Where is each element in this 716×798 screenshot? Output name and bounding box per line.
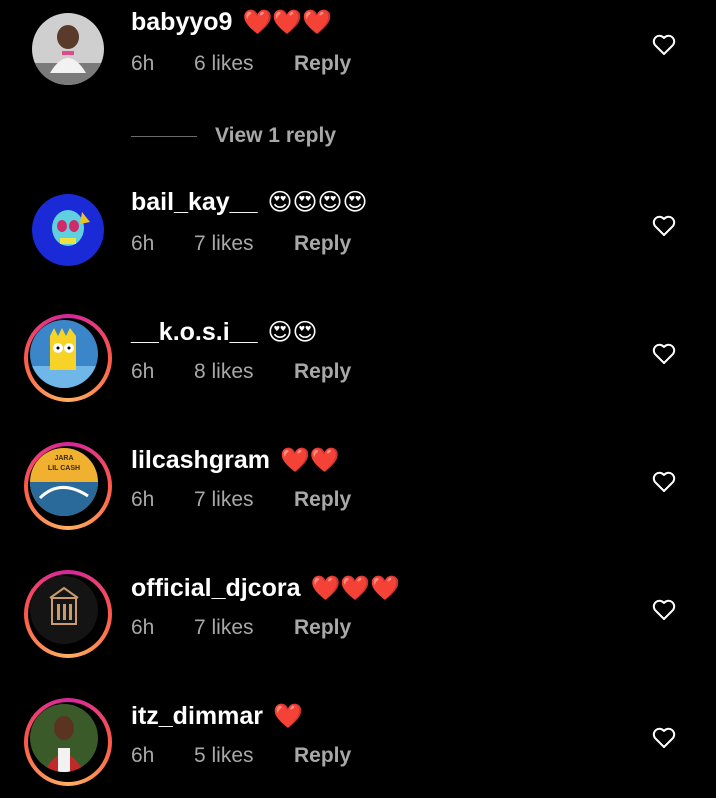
like-heart-icon[interactable] — [652, 727, 676, 749]
avatar-logo-bottom: LIL CASH — [48, 465, 80, 472]
comment-text: ❤️❤️❤️ — [242, 8, 333, 36]
avatar-lilcashgram[interactable]: JARA LIL CASH — [24, 442, 112, 530]
comment-username-line: itz_dimmar ❤️ — [131, 702, 303, 731]
divider — [131, 135, 197, 137]
comment-time: 6h — [131, 744, 155, 767]
username[interactable]: babyyo9 — [131, 8, 232, 37]
comment-time: 6h — [131, 232, 155, 255]
comment-meta: 6h 6 likes Reply — [131, 52, 351, 76]
comment-likes[interactable]: 5 likes — [194, 744, 294, 768]
comment-likes[interactable]: 7 likes — [194, 488, 294, 512]
avatar-official-djcora[interactable] — [24, 570, 112, 658]
comment-text: 😍😍😍😍 — [267, 188, 368, 216]
comment-time: 6h — [131, 52, 155, 75]
comment-username-line: bail_kay__ 😍😍😍😍 — [131, 188, 368, 217]
like-heart-icon[interactable] — [652, 599, 676, 621]
comment-item: official_djcora ❤️❤️❤️ 6h 7 likes Reply — [0, 566, 716, 666]
comment-time: 6h — [131, 360, 155, 383]
view-replies-button[interactable]: View 1 reply — [131, 124, 336, 148]
comment-text: ❤️❤️❤️ — [310, 574, 401, 602]
comment-username-line: babyyo9 ❤️❤️❤️ — [131, 8, 332, 37]
comment-username-line: __k.o.s.i__ 😍😍 — [131, 318, 318, 347]
comment-likes[interactable]: 7 likes — [194, 616, 294, 640]
reply-button[interactable]: Reply — [294, 488, 351, 512]
comment-likes[interactable]: 8 likes — [194, 360, 294, 384]
reply-button[interactable]: Reply — [294, 232, 351, 256]
comment-username-line: lilcashgram ❤️❤️ — [131, 446, 340, 475]
comment-item: itz_dimmar ❤️ 6h 5 likes Reply — [0, 694, 716, 798]
comment-time: 6h — [131, 616, 155, 639]
username[interactable]: bail_kay__ — [131, 188, 258, 217]
username[interactable]: official_djcora — [131, 574, 301, 603]
comment-meta: 6h 7 likes Reply — [131, 488, 351, 512]
comment-meta: 6h 8 likes Reply — [131, 360, 351, 384]
avatar-image — [30, 576, 98, 644]
comment-username-line: official_djcora ❤️❤️❤️ — [131, 574, 400, 603]
username[interactable]: __k.o.s.i__ — [131, 318, 257, 347]
username[interactable]: lilcashgram — [131, 446, 270, 475]
comment-meta: 6h 7 likes Reply — [131, 232, 351, 256]
avatar-image — [30, 704, 98, 772]
avatar-itz-dimmar[interactable] — [24, 698, 112, 786]
comment-text: ❤️❤️ — [279, 446, 340, 474]
view-replies-label: View 1 reply — [215, 124, 337, 147]
avatar-image — [32, 194, 104, 266]
like-heart-icon[interactable] — [652, 34, 676, 56]
username[interactable]: itz_dimmar — [131, 702, 263, 731]
comment-meta: 6h 5 likes Reply — [131, 744, 351, 768]
reply-button[interactable]: Reply — [294, 744, 351, 768]
comment-likes[interactable]: 7 likes — [194, 232, 294, 256]
reply-button[interactable]: Reply — [294, 52, 351, 76]
avatar-image — [32, 13, 104, 85]
comment-likes[interactable]: 6 likes — [194, 52, 294, 76]
reply-button[interactable]: Reply — [294, 360, 351, 384]
avatar-image: JARA LIL CASH — [30, 448, 98, 516]
avatar-kosi[interactable] — [24, 314, 112, 402]
avatar-image — [30, 320, 98, 388]
comment-time: 6h — [131, 488, 155, 511]
comment-item: bail_kay__ 😍😍😍😍 6h 7 likes Reply — [0, 180, 716, 280]
avatar-logo-top: JARA — [54, 455, 73, 462]
like-heart-icon[interactable] — [652, 343, 676, 365]
comment-item: JARA LIL CASH lilcashgram ❤️❤️ 6h 7 like… — [0, 438, 716, 538]
comment-item: __k.o.s.i__ 😍😍 6h 8 likes Reply — [0, 310, 716, 410]
like-heart-icon[interactable] — [652, 215, 676, 237]
like-heart-icon[interactable] — [652, 471, 676, 493]
comment-meta: 6h 7 likes Reply — [131, 616, 351, 640]
comment-text: 😍😍 — [267, 318, 318, 346]
avatar-babyyo9[interactable] — [32, 13, 104, 85]
avatar-bail-kay[interactable] — [32, 194, 104, 266]
comment-text: ❤️ — [272, 702, 303, 730]
comment-item: babyyo9 ❤️❤️❤️ 6h 6 likes Reply — [0, 0, 716, 110]
reply-button[interactable]: Reply — [294, 616, 351, 640]
